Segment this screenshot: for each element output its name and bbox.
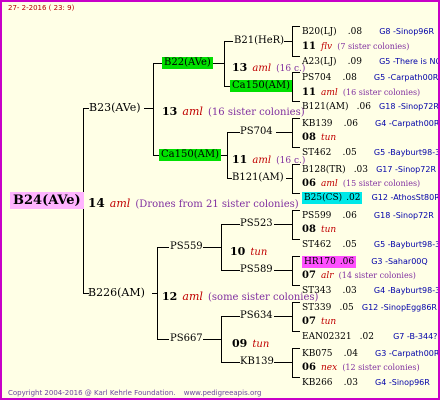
connector	[292, 239, 300, 240]
root-label: B24(AVe)	[13, 193, 81, 208]
connector	[203, 247, 222, 248]
connector	[203, 339, 222, 340]
g4-entry[interactable]: B25(CS) .02 G12 -AthosSt80R	[302, 187, 438, 204]
connector	[292, 348, 300, 349]
g4-entry[interactable]: ST343 .03 G4 -Bayburt98-3	[302, 280, 438, 296]
g4-drone-info: 11 flv (7 sister colonies)	[302, 41, 410, 52]
connector	[292, 348, 293, 378]
root-queen[interactable]: B24(AVe)	[10, 192, 84, 209]
connector	[276, 132, 293, 133]
queen-ps667[interactable]: PS667	[170, 334, 203, 344]
queen-b21[interactable]: B21(HeR)	[234, 36, 284, 46]
g4-entry[interactable]: ST462 .05 G5 -Bayburt98-3	[302, 234, 438, 250]
queen-b226[interactable]: B226(AM)	[88, 287, 145, 298]
connector	[221, 316, 240, 317]
queen-ps559[interactable]: PS559	[170, 242, 203, 252]
connector	[292, 285, 300, 286]
connector	[292, 147, 300, 148]
g4-entry[interactable]: B121(AM) .06 G18 -Sinop72R	[302, 96, 438, 112]
g4-entry[interactable]: KB266 .03 G4 -Sinop96R	[302, 372, 430, 388]
connector	[292, 377, 300, 378]
root-drone-info: 14 aml (Drones from 21 sister colonies)	[88, 196, 299, 210]
queen-ca150-g3[interactable]: Ca150(AM)	[230, 80, 292, 92]
queen-b121[interactable]: B121(AM)	[232, 173, 284, 183]
ps667-drone-info: 09 tun	[232, 337, 270, 350]
queen-b23[interactable]: B23(AVe)	[89, 102, 141, 113]
connector	[153, 63, 154, 156]
g4-entry[interactable]: A23(LJ) .09 G5 -There is NO	[302, 51, 438, 67]
connector	[274, 270, 293, 271]
connector	[292, 72, 293, 102]
connector	[292, 118, 293, 148]
connector	[157, 339, 169, 340]
connector	[292, 26, 293, 57]
queen-ps523[interactable]: PS523	[240, 219, 273, 229]
connector	[157, 247, 158, 340]
connector	[221, 270, 240, 271]
connector	[221, 224, 240, 225]
queen-b22[interactable]: B22(AVe)	[162, 57, 213, 69]
ps559-drone-info: 10 tun	[230, 245, 268, 258]
connector	[292, 118, 300, 119]
connector	[157, 247, 169, 248]
connector	[292, 256, 293, 286]
connector	[221, 362, 240, 363]
connector	[227, 132, 240, 133]
connector	[274, 224, 293, 225]
g4-drone-info: 07 tun	[302, 316, 337, 327]
pedigree-frame: { "header": {"date": "27- 2-2016 ( 23: 9…	[0, 0, 440, 400]
queen-ps704[interactable]: PS704	[240, 127, 273, 137]
queen-ca150[interactable]: Ca150(AM)	[159, 149, 221, 161]
date-header: 27- 2-2016 ( 23: 9)	[8, 4, 75, 12]
g4-entry[interactable]: ST462 .05 G5 -Bayburt98-3	[302, 142, 438, 158]
connector	[292, 256, 300, 257]
ca150-drone-info: 11 aml (16 c.)	[232, 153, 306, 166]
queen-kb139[interactable]: KB139	[240, 357, 274, 367]
connector	[292, 210, 300, 211]
g4-entry[interactable]: PS704 .08 G5 -Carpath00R	[302, 67, 438, 83]
connector	[224, 41, 225, 87]
footer-copyright: Copyright 2004-2016 @ Karl Kehrle Founda…	[8, 389, 262, 397]
connector	[227, 132, 228, 179]
g4-entry[interactable]: B20(LJ) .08 G8 -Sinop96R	[302, 21, 434, 37]
connector	[292, 302, 293, 332]
queen-ps634[interactable]: PS634	[240, 311, 273, 321]
connector	[292, 331, 300, 332]
connector	[292, 164, 293, 194]
connector	[274, 362, 293, 363]
b226-drone-info: 12 aml (some sister colonies)	[162, 290, 319, 303]
connector	[221, 316, 222, 363]
connector	[221, 224, 222, 271]
queen-ps589[interactable]: PS589	[240, 265, 273, 275]
connector	[274, 316, 293, 317]
b22-drone-info: 13 aml (16 c.)	[232, 61, 306, 74]
connector	[292, 56, 300, 57]
g4-entry[interactable]: EAN02321 .02 G7 -B-344?	[302, 326, 437, 342]
connector	[224, 41, 233, 42]
connector	[292, 26, 300, 27]
footer-link[interactable]: www.pedigreeapis.org	[184, 389, 262, 397]
b23-drone-info: 13 aml (16 sister colonies)	[162, 105, 305, 118]
connector	[292, 210, 293, 240]
